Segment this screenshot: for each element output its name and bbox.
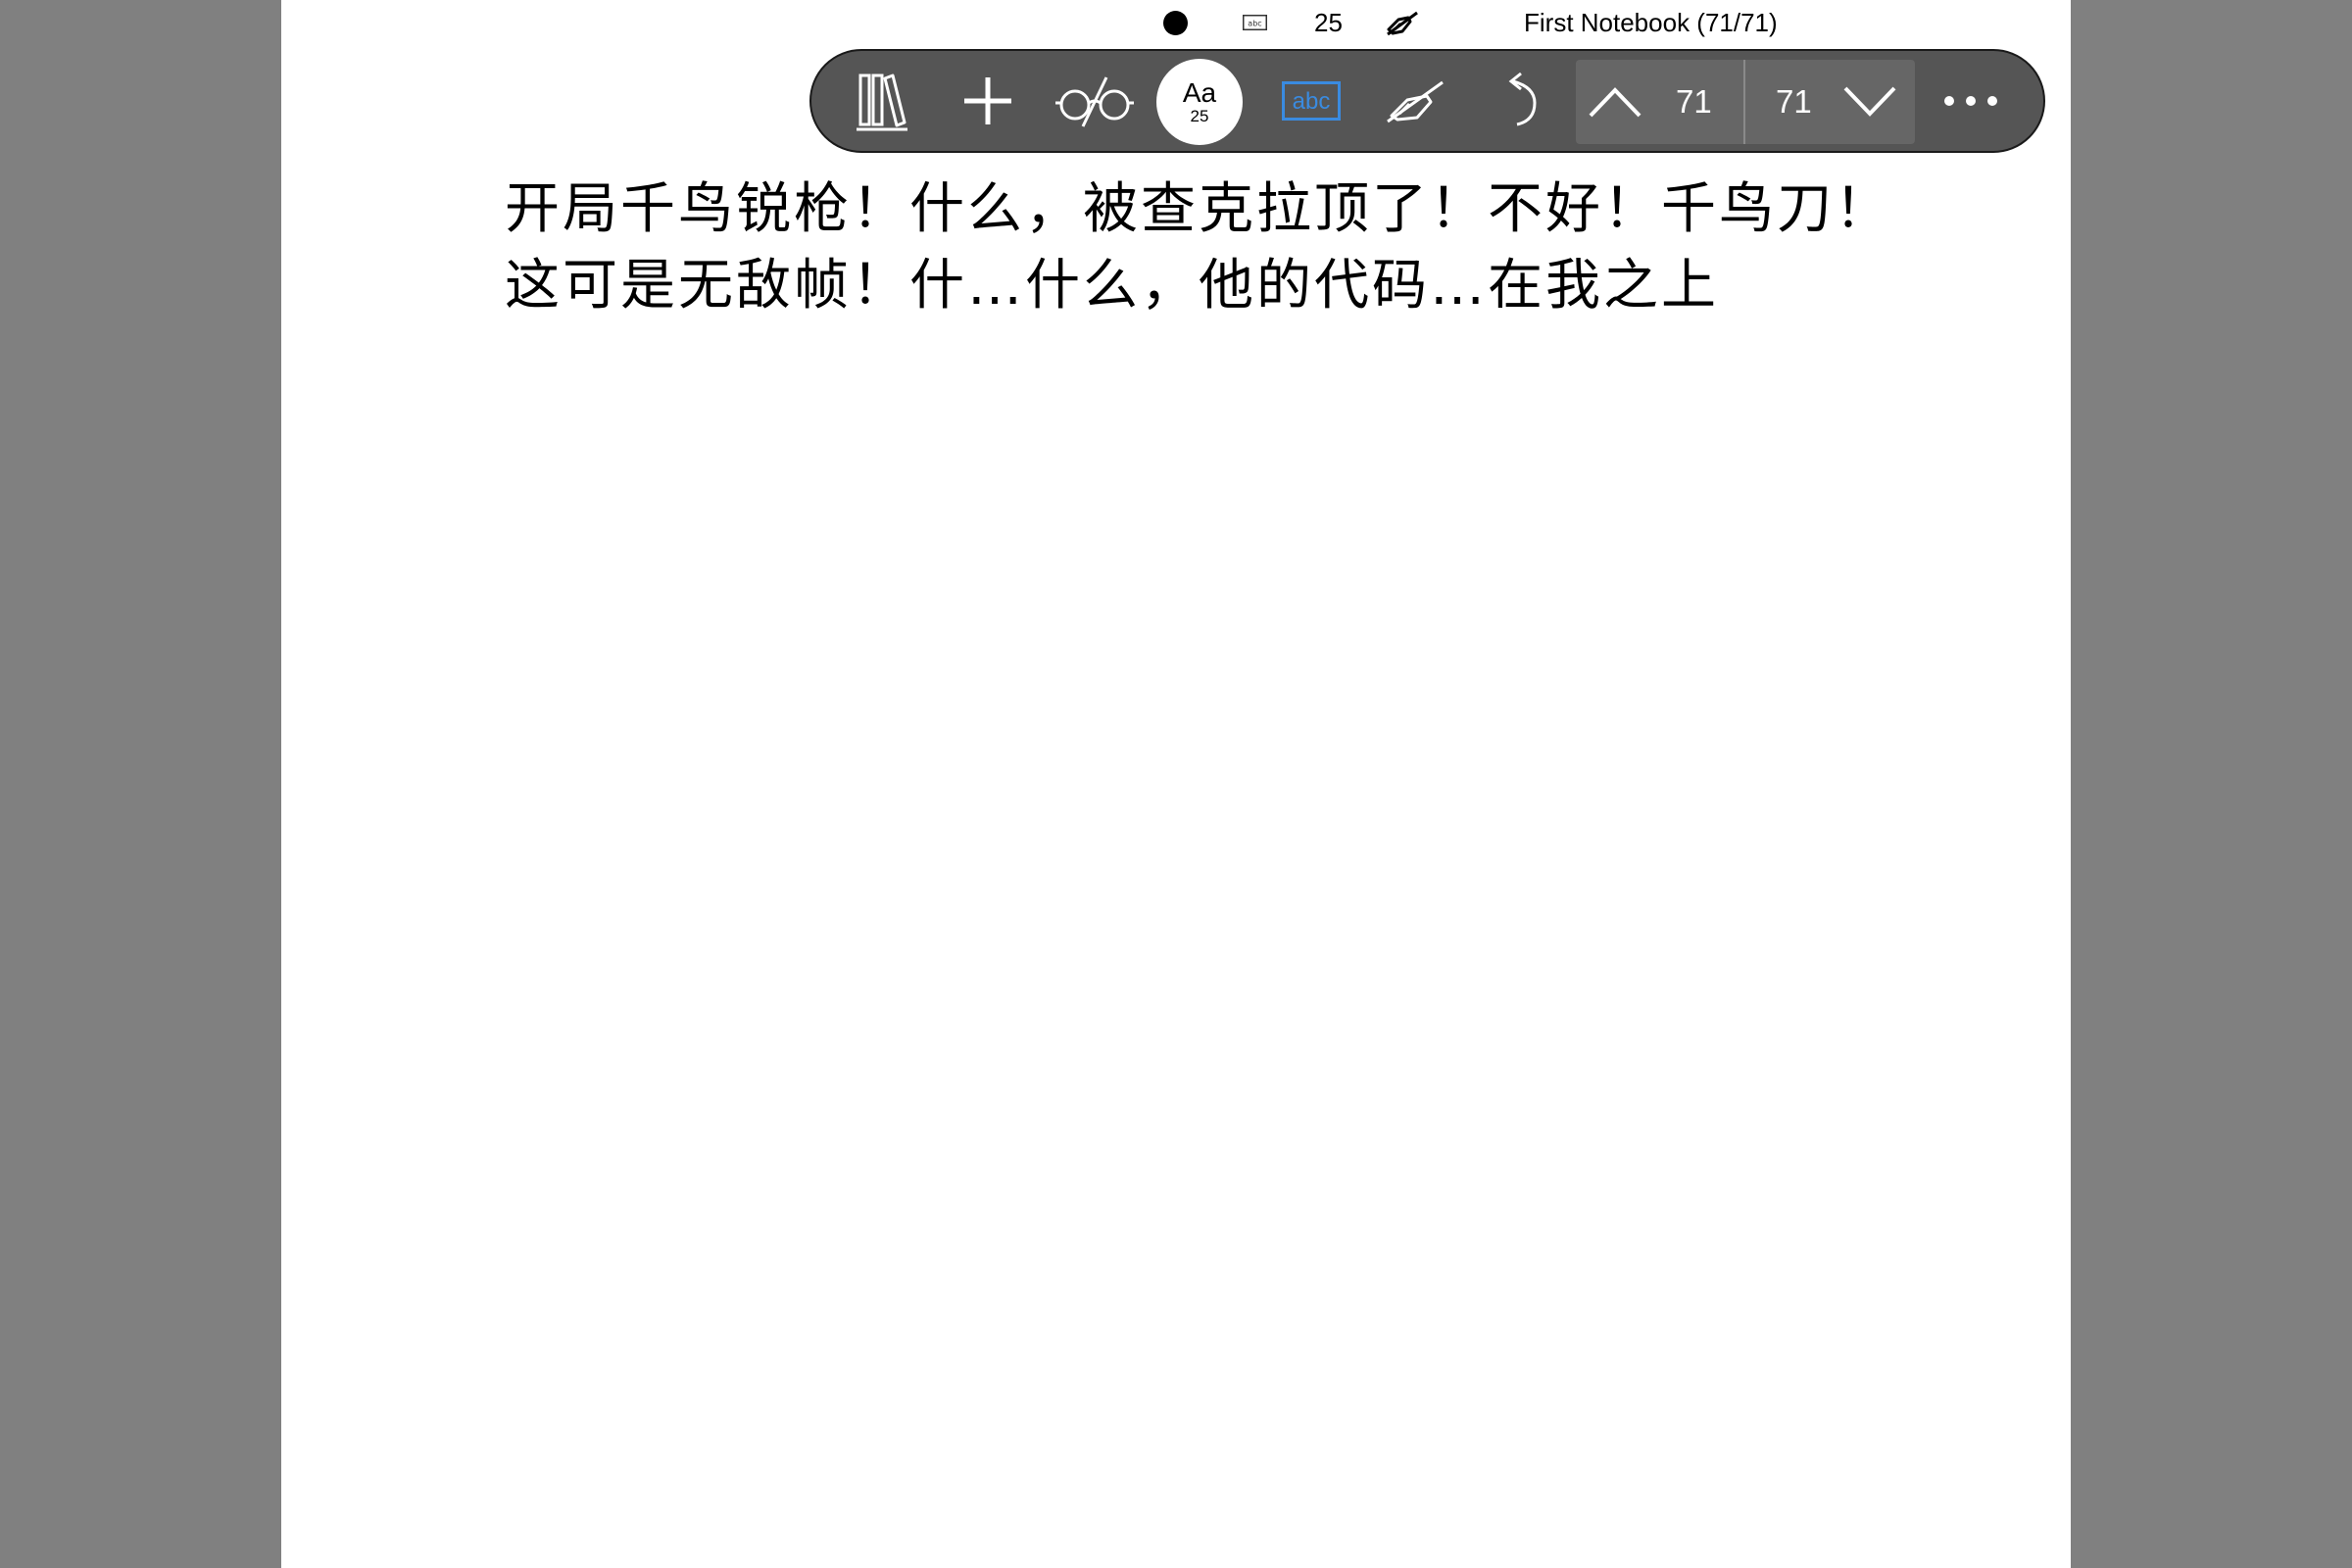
pen-color-dot-icon (1163, 11, 1188, 35)
hide-handwriting-button[interactable] (1374, 51, 1456, 151)
text-box-label: abc (1293, 88, 1331, 115)
add-page-button[interactable] (951, 51, 1025, 151)
notebook-title: First Notebook (71/71) (1524, 8, 1778, 37)
page-down-icon (1843, 86, 1896, 117)
hide-pen-icon (1387, 11, 1418, 36)
note-text-line: 这可是无敌帧！什…什么，他的代码…在我之上 (505, 254, 1719, 318)
library-button[interactable] (845, 51, 919, 151)
more-icon (1944, 96, 1997, 106)
text-box-icon: abc (1282, 81, 1341, 121)
current-page-number[interactable]: 71 (1676, 60, 1712, 144)
svg-text:abc: abc (1248, 20, 1261, 28)
status-font-size: 25 (1314, 8, 1343, 37)
notebook-page[interactable]: abc 25 First Notebook (71/71) Aa 25 abc … (281, 0, 2071, 1568)
font-size-value: 25 (1190, 107, 1209, 125)
more-button[interactable] (1938, 51, 2003, 151)
nav-divider (1743, 60, 1745, 144)
note-text-content[interactable]: 开局千鸟锐枪！什么，被查克拉顶了！不好！千鸟刀！ 这可是无敌帧！什…什么，他的代… (505, 172, 2014, 324)
undo-button[interactable] (1488, 51, 1552, 151)
add-icon (964, 77, 1011, 124)
page-up-button[interactable] (1586, 60, 1644, 144)
page-navigation: 71 71 (1576, 60, 1915, 144)
reading-glasses-icon (1055, 76, 1134, 127)
font-size-button[interactable]: Aa 25 (1156, 59, 1243, 145)
text-box-abc-icon: abc (1243, 15, 1267, 30)
total-page-number[interactable]: 71 (1776, 60, 1812, 144)
font-size-icon-label: Aa (1182, 77, 1217, 108)
undo-icon (1508, 72, 1537, 126)
page-up-icon (1589, 87, 1642, 118)
text-box-button[interactable]: abc (1274, 51, 1348, 151)
library-icon (857, 74, 907, 131)
page-down-button[interactable] (1840, 60, 1899, 144)
toolbar: Aa 25 abc 71 71 (809, 49, 2045, 153)
hide-handwriting-icon (1387, 80, 1444, 123)
note-text-line: 开局千鸟锐枪！什么，被查克拉顶了！不好！千鸟刀！ (505, 177, 1892, 241)
reading-mode-button[interactable] (1050, 51, 1140, 151)
